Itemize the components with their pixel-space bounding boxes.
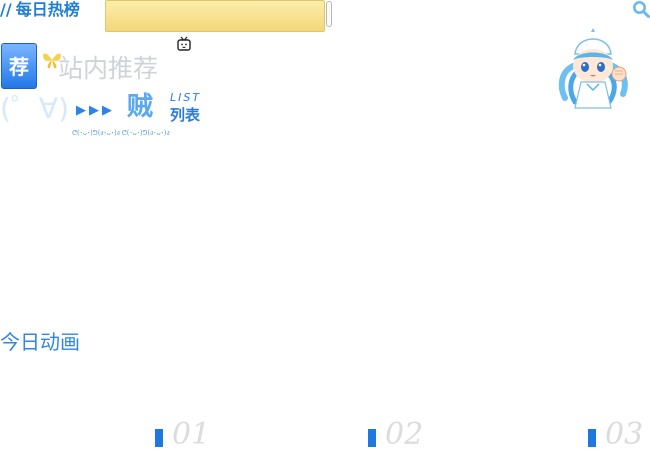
day-number: 01 bbox=[172, 417, 211, 452]
kaomoji-watermark: (゜∀) bbox=[0, 92, 70, 125]
day-number: 03 bbox=[605, 417, 644, 452]
title-slashes: // bbox=[0, 0, 12, 19]
tv-icon[interactable] bbox=[176, 36, 192, 52]
hot-list-title: //每日热榜 bbox=[0, 0, 80, 20]
day-number: 02 bbox=[385, 417, 424, 452]
hot-list-label: 每日热榜 bbox=[15, 0, 80, 19]
list-cn-label[interactable]: 列表 bbox=[170, 105, 200, 125]
ticker-scrollbar[interactable] bbox=[326, 1, 332, 27]
day-marker bbox=[155, 429, 163, 447]
mascot bbox=[558, 28, 628, 109]
search-icon[interactable] bbox=[632, 0, 650, 18]
recommend-title: 站内推荐 bbox=[58, 54, 159, 83]
list-arrows: ▶▶▶ bbox=[76, 103, 115, 118]
day-marker bbox=[588, 429, 596, 447]
today-anime-title: 今日动画 bbox=[0, 330, 80, 354]
kaomoji-row: ᕦ(･ᴗ･)ᕤ(ง･ᴗ･)ง ᕦ(･ᴗ･)ᕤ(ง･ᴗ･)ง bbox=[72, 129, 170, 137]
list-big-char: 贼 bbox=[127, 92, 154, 122]
day-marker bbox=[368, 429, 376, 447]
hot-ticker-box[interactable] bbox=[105, 0, 325, 32]
list-en-label: LIST bbox=[170, 91, 202, 104]
recommend-badge: 荐 bbox=[1, 43, 37, 89]
